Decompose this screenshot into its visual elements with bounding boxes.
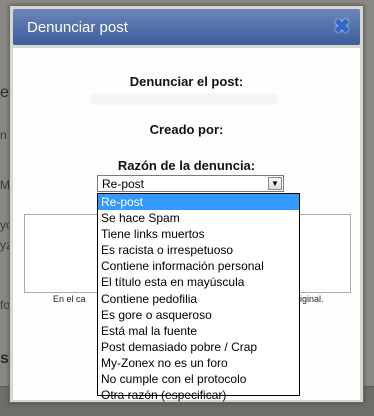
hint-text-left: En el ca	[53, 294, 86, 304]
reason-option[interactable]: Es racista o irrespetuoso	[98, 242, 299, 258]
redacted-post-name	[89, 93, 279, 105]
reason-option[interactable]: Re-post	[98, 194, 299, 211]
reason-option[interactable]: My-Zonex no es un foro	[98, 355, 299, 371]
dialog-title: Denunciar post	[27, 19, 128, 36]
dialog-body: Denunciar el post: Creado por: Razón de …	[13, 48, 360, 402]
reason-option[interactable]: Se hace Spam	[98, 210, 299, 226]
background-fragment: n	[0, 128, 7, 142]
background-text-bottom: s	[0, 350, 9, 367]
dialog-titlebar: Denunciar post ✖	[13, 9, 360, 45]
creator-label: Creado por:	[149, 122, 224, 137]
reason-label: Razón de la denuncia:	[117, 158, 256, 173]
chevron-down-icon[interactable]: ▼	[268, 177, 282, 190]
report-dialog: Denunciar post ✖ Denunciar el post: Crea…	[9, 5, 364, 403]
reason-option[interactable]: Otra razón (especificar)	[98, 387, 299, 403]
reason-option[interactable]: Tiene links muertos	[98, 226, 299, 242]
reason-option[interactable]: No cumple con el protocolo	[98, 371, 299, 387]
reason-option[interactable]: Es gore o asqueroso	[98, 307, 299, 323]
reason-option[interactable]: Post demasiado pobre / Crap	[98, 339, 299, 355]
reason-option[interactable]: Contiene pedofilia	[98, 291, 299, 307]
close-icon[interactable]: ✖	[332, 17, 352, 37]
reason-dropdown-list: Re-post Se hace Spam Tiene links muertos…	[97, 193, 300, 402]
reason-option[interactable]: Está mal la fuente	[98, 323, 299, 339]
report-post-label: Denunciar el post:	[129, 74, 244, 89]
reason-select[interactable]: Re-post ▼	[97, 175, 284, 192]
reason-select-value: Re-post	[102, 177, 145, 191]
reason-option[interactable]: Contiene información personal	[98, 258, 299, 274]
reason-option[interactable]: El título esta en mayúscula	[98, 274, 299, 290]
